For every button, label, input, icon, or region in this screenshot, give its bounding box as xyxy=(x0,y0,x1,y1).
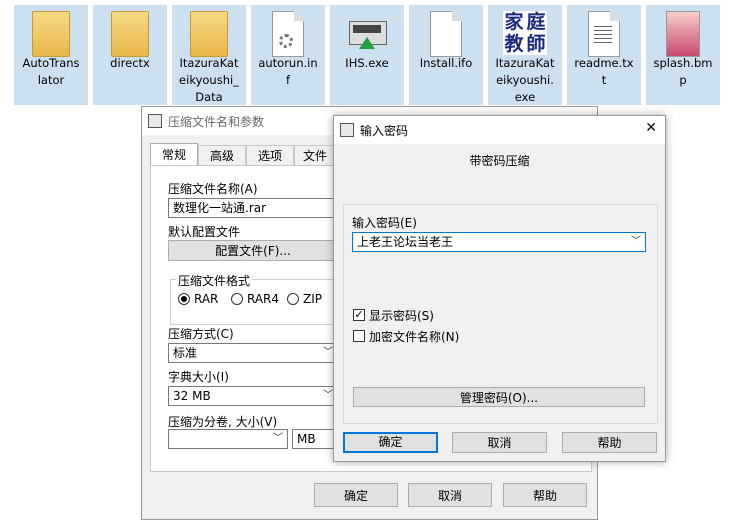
format-zip-radio[interactable] xyxy=(287,293,299,305)
desktop-file[interactable]: 家庭 教師 ItazuraKat eikyoushi. exe xyxy=(488,5,562,105)
chevron-down-icon: ﹀ xyxy=(323,347,333,358)
format-rar4-label: RAR4 xyxy=(247,292,280,306)
profiles-button[interactable]: 配置文件(F)... xyxy=(168,240,338,261)
encrypt-names-label: 加密文件名称(N) xyxy=(369,330,460,344)
app-icon: 家庭 教師 xyxy=(503,11,547,55)
dict-label: 字典大小(I) xyxy=(168,370,229,384)
format-group-label: 压缩文件格式 xyxy=(176,272,253,289)
folder-icon xyxy=(32,11,70,57)
settings-file-icon xyxy=(272,11,304,57)
archive-cancel-button[interactable]: 取消 xyxy=(408,483,492,507)
password-heading: 带密码压缩 xyxy=(469,154,530,168)
file-label: ItazuraKat eikyoushi_ Data xyxy=(179,56,239,104)
file-label: autorun.in f xyxy=(258,56,318,87)
archive-ok-button[interactable]: 确定 xyxy=(314,483,398,507)
chevron-down-icon: ﹀ xyxy=(273,433,283,444)
default-profile-label: 默认配置文件 xyxy=(168,225,241,239)
desktop-file[interactable]: IHS.exe xyxy=(330,5,404,105)
file-label: Install.ifo xyxy=(419,56,473,70)
password-input[interactable]: 上老王论坛当老王 ﹀ xyxy=(352,232,646,252)
desktop-file[interactable]: splash.bm p xyxy=(646,5,720,105)
format-rar-label: RAR xyxy=(194,292,219,306)
password-cancel-button[interactable]: 取消 xyxy=(452,432,547,453)
file-label: readme.tx t xyxy=(574,56,634,87)
desktop-file[interactable]: readme.tx t xyxy=(567,5,641,105)
tab-advanced[interactable]: 高级 xyxy=(198,145,246,166)
archive-help-button[interactable]: 帮助 xyxy=(503,483,587,507)
document-icon xyxy=(430,11,462,57)
chevron-down-icon: ﹀ xyxy=(631,236,641,247)
format-rar4-radio[interactable] xyxy=(231,293,243,305)
split-size-select[interactable]: ﹀ xyxy=(168,429,288,449)
chevron-down-icon: ﹀ xyxy=(323,390,333,401)
folder-icon xyxy=(190,11,228,57)
file-label: splash.bm p xyxy=(653,56,713,87)
file-label: IHS.exe xyxy=(345,56,389,70)
file-label: directx xyxy=(110,56,150,70)
tab-options[interactable]: 选项 xyxy=(246,145,294,166)
tab-general[interactable]: 常规 xyxy=(150,143,198,166)
method-label: 压缩方式(C) xyxy=(168,327,234,341)
encrypt-names-checkbox[interactable] xyxy=(353,330,365,342)
split-label: 压缩为分卷, 大小(V) xyxy=(168,415,278,429)
winrar-icon xyxy=(148,114,162,128)
close-icon[interactable]: ✕ xyxy=(645,120,657,136)
image-file-icon xyxy=(666,11,700,57)
archive-name-input[interactable]: 数理化一站通.rar xyxy=(168,198,338,218)
password-dialog-title: 输入密码 xyxy=(360,124,409,138)
format-zip-label: ZIP xyxy=(303,292,322,306)
password-help-button[interactable]: 帮助 xyxy=(562,432,657,453)
show-password-checkbox[interactable]: ✓ xyxy=(353,309,365,321)
archive-name-label: 压缩文件名称(A) xyxy=(168,182,258,196)
dict-select[interactable]: 32 MB ﹀ xyxy=(168,386,338,406)
file-label: AutoTrans lator xyxy=(22,56,80,87)
password-dialog-titlebar: 输入密码 ✕ xyxy=(334,116,665,144)
show-password-label: 显示密码(S) xyxy=(369,309,434,323)
desktop-file[interactable]: directx xyxy=(93,5,167,105)
desktop-file[interactable]: ItazuraKat eikyoushi_ Data xyxy=(172,5,246,105)
installer-icon xyxy=(347,11,387,55)
desktop-file[interactable]: autorun.in f xyxy=(251,5,325,105)
enter-password-label: 输入密码(E) xyxy=(352,216,417,230)
file-label: ItazuraKat eikyoushi. exe xyxy=(495,56,555,104)
manage-passwords-button[interactable]: 管理密码(O)... xyxy=(353,387,645,407)
folder-icon xyxy=(111,11,149,57)
format-rar-radio[interactable] xyxy=(178,293,190,305)
method-select[interactable]: 标准 ﹀ xyxy=(168,343,338,363)
password-dialog: 输入密码 ✕ 带密码压缩 输入密码(E) 上老王论坛当老王 ﹀ ✓ 显示密码(S)… xyxy=(333,115,666,462)
split-unit-select[interactable]: MB xyxy=(292,429,338,449)
tab-files[interactable]: 文件 xyxy=(294,145,336,166)
archive-dialog-title: 压缩文件名和参数 xyxy=(168,115,265,129)
text-file-icon xyxy=(588,11,620,57)
password-ok-button[interactable]: 确定 xyxy=(343,432,438,453)
desktop-file[interactable]: AutoTrans lator xyxy=(14,5,88,105)
desktop-file[interactable]: Install.ifo xyxy=(409,5,483,105)
winrar-icon xyxy=(340,123,354,137)
